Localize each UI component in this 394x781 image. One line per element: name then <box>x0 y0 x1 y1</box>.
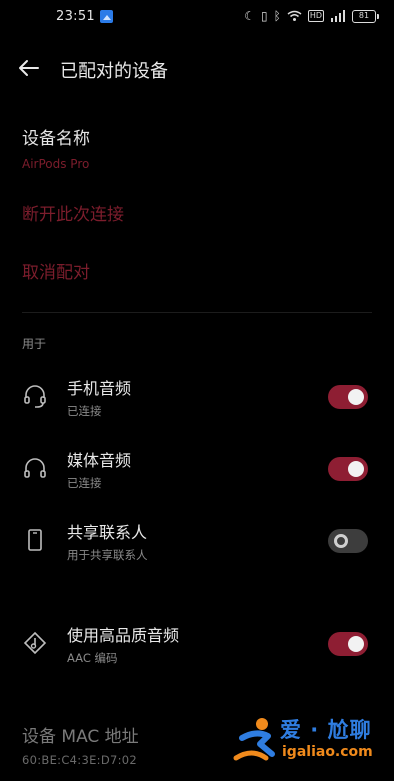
divider <box>22 312 372 313</box>
row-subtitle: 已连接 <box>67 404 102 418</box>
hq-audio-toggle[interactable] <box>328 632 368 656</box>
hq-audio-icon <box>23 631 47 655</box>
status-bar: 23:51 ☾ ▯ ᛒ HD 81 <box>0 0 394 34</box>
mac-address-item: 设备 MAC 地址 60:BE:C4:3E:D7:02 <box>22 722 139 767</box>
mac-address-label: 设备 MAC 地址 <box>22 727 139 747</box>
row-title: 共享联系人 <box>67 523 148 542</box>
watermark-url: igaliao.com <box>282 744 373 760</box>
gallery-notification-icon <box>100 10 113 23</box>
row-title: 手机音频 <box>67 379 132 398</box>
watermark-brand: 爱 · 尬聊 <box>280 718 372 742</box>
device-name-label: 设备名称 <box>22 129 90 149</box>
arrow-left-icon <box>19 60 39 76</box>
headset-mic-icon <box>24 385 46 408</box>
row-subtitle: 已连接 <box>67 476 102 490</box>
toggle-knob <box>348 636 364 652</box>
watermark-logo-icon <box>233 718 275 761</box>
bluetooth-icon: ᛒ <box>273 9 281 23</box>
setting-row-hq-audio[interactable]: 使用高品质音频 AAC 编码 <box>0 622 394 678</box>
phone-audio-toggle[interactable] <box>328 385 368 409</box>
setting-row-phone-audio[interactable]: 手机音频 已连接 <box>0 375 394 431</box>
status-icons: ☾ ▯ ᛒ HD 81 <box>244 9 379 23</box>
app-bar: 已配对的设备 <box>0 46 394 90</box>
row-title: 使用高品质音频 <box>67 626 180 645</box>
share-contacts-toggle[interactable] <box>328 529 368 553</box>
toggle-knob <box>348 389 364 405</box>
signal-icon <box>331 10 345 22</box>
media-audio-toggle[interactable] <box>328 457 368 481</box>
page-title: 已配对的设备 <box>60 61 168 82</box>
watermark: 爱 · 尬聊 igaliao.com <box>232 712 384 772</box>
mac-address-value: 60:BE:C4:3E:D7:02 <box>22 753 137 767</box>
toggle-knob <box>334 534 348 548</box>
back-button[interactable] <box>14 54 44 82</box>
row-title: 媒体音频 <box>67 451 132 470</box>
row-subtitle: AAC 编码 <box>67 651 118 665</box>
disconnect-button[interactable]: 断开此次连接 <box>22 200 124 225</box>
device-name-value: AirPods Pro <box>22 157 90 171</box>
toggle-knob <box>348 461 364 477</box>
moon-icon: ☾ <box>244 9 255 23</box>
device-name-item[interactable]: 设备名称 AirPods Pro <box>22 124 362 171</box>
headphones-icon <box>24 458 46 478</box>
unpair-button[interactable]: 取消配对 <box>22 258 90 283</box>
setting-row-media-audio[interactable]: 媒体音频 已连接 <box>0 447 394 503</box>
section-header-used-for: 用于 <box>22 337 47 351</box>
row-subtitle: 用于共享联系人 <box>67 548 148 562</box>
hd-icon: HD <box>307 10 324 22</box>
phone-icon <box>28 529 42 551</box>
status-time: 23:51 <box>56 9 95 24</box>
vibrate-icon: ▯ <box>261 9 268 23</box>
battery-icon: 81 <box>352 9 379 23</box>
wifi-icon <box>287 10 302 21</box>
setting-row-share-contacts[interactable]: 共享联系人 用于共享联系人 <box>0 519 394 575</box>
